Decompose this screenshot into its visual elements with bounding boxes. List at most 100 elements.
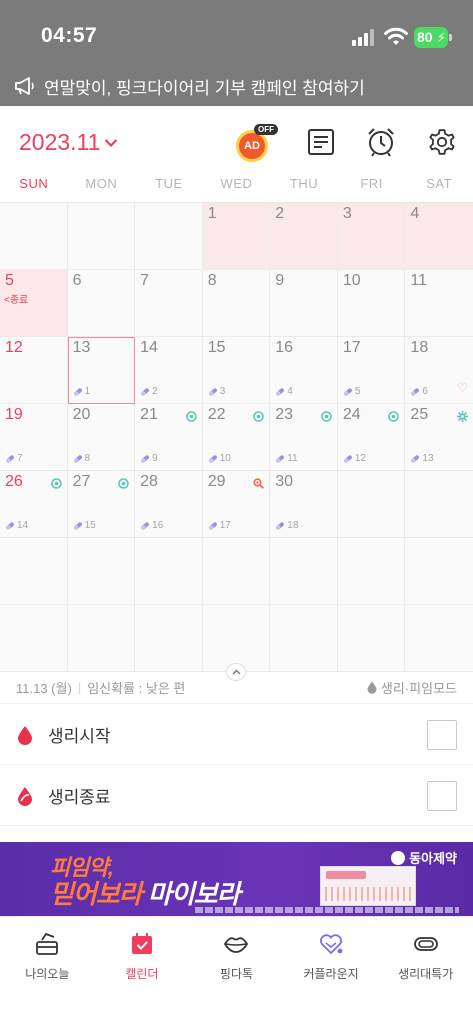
pill-day-indicator: 8 bbox=[73, 453, 90, 464]
calendar-day-cell[interactable]: 29 17 bbox=[202, 471, 271, 538]
calendar-day-cell[interactable]: 25 13 bbox=[405, 404, 473, 471]
list-icon[interactable] bbox=[306, 127, 336, 157]
day-number: 8 bbox=[207, 272, 217, 289]
calendar-empty-cell bbox=[337, 605, 406, 672]
tab-pad-deals[interactable]: 생리대특가 bbox=[378, 917, 473, 1024]
calendar-day-cell[interactable]: 12 bbox=[0, 337, 68, 404]
period-end-checkbox[interactable] bbox=[427, 781, 457, 811]
calendar-day-cell[interactable]: 1 bbox=[202, 203, 271, 270]
calendar-empty-cell bbox=[135, 203, 203, 270]
pill-day-count: 9 bbox=[152, 453, 158, 464]
pill-icon bbox=[141, 387, 150, 396]
calendar-day-cell[interactable]: 9 bbox=[270, 270, 338, 337]
calendar-day-cell[interactable]: 3 bbox=[337, 203, 406, 270]
calendar-day-cell[interactable]: 20 8 bbox=[67, 404, 136, 471]
pill-icon bbox=[73, 454, 82, 463]
calendar-day-cell[interactable]: 18 6 ♡ bbox=[405, 337, 473, 404]
panel-collapse-handle[interactable] bbox=[226, 663, 246, 681]
tab-calendar[interactable]: 캘린더 bbox=[95, 917, 190, 1024]
pill-day-indicator: 2 bbox=[140, 386, 158, 397]
tab-label: 나의오늘 bbox=[25, 967, 70, 981]
calendar-day-cell[interactable]: 22 10 bbox=[202, 404, 271, 471]
calendar-day-cell[interactable]: 2 bbox=[270, 203, 338, 270]
weekday-label: WED bbox=[220, 176, 253, 191]
calendar-empty-cell bbox=[67, 605, 136, 672]
chevron-down-icon bbox=[105, 138, 118, 147]
pill-day-count: 13 bbox=[422, 453, 434, 464]
calendar-day-cell[interactable]: 13 1 bbox=[67, 337, 136, 404]
calendar-day-cell[interactable]: 11 bbox=[405, 270, 473, 337]
period-end-row[interactable]: 생리종료 bbox=[0, 766, 473, 826]
calendar-day-cell[interactable]: 7 bbox=[135, 270, 203, 337]
day-number: 29 bbox=[207, 473, 226, 490]
tab-couple-lounge[interactable]: 커플라운지 bbox=[284, 917, 379, 1024]
pill-icon bbox=[208, 387, 217, 396]
calendar-day-cell[interactable]: 26 14 bbox=[0, 471, 68, 538]
lips-icon bbox=[224, 937, 249, 953]
charging-icon: ⚡ bbox=[436, 30, 446, 45]
calendar-empty-cell bbox=[337, 538, 406, 605]
day-number: 6 bbox=[72, 272, 82, 289]
pill-icon bbox=[411, 454, 420, 463]
ad-off-button[interactable]: AD OFF bbox=[236, 124, 278, 162]
pill-day-indicator: 5 bbox=[343, 386, 360, 397]
ovulation-day-icon bbox=[456, 411, 468, 422]
day-number: 27 bbox=[72, 473, 91, 490]
tab-talk[interactable]: 핑다톡 bbox=[189, 917, 284, 1024]
app-screen: 04:57 80 ⚡ 연말맞이, 핑크다이어리 기부 캠페인 참여하기 2023.… bbox=[0, 0, 473, 1024]
alarm-icon[interactable] bbox=[366, 127, 396, 157]
calendar-day-cell[interactable]: 28 16 bbox=[135, 471, 203, 538]
fertile-day-icon bbox=[118, 478, 129, 489]
pill-day-count: 10 bbox=[219, 453, 231, 464]
calendar-day-cell[interactable]: 17 5 bbox=[337, 337, 406, 404]
pill-day-indicator: 14 bbox=[5, 520, 28, 531]
calendar-day-cell[interactable]: 6 bbox=[67, 270, 136, 337]
calendar-day-cell[interactable]: 19 7 bbox=[0, 404, 68, 471]
pill-day-indicator: 3 bbox=[208, 386, 225, 397]
calendar-day-cell[interactable]: 4 bbox=[405, 203, 473, 270]
pad-icon bbox=[413, 937, 438, 951]
calendar-day-cell[interactable]: 15 3 bbox=[202, 337, 271, 404]
calendar-day-cell[interactable]: 16 4 bbox=[270, 337, 338, 404]
calendar-day-cell[interactable]: 5 <종료 bbox=[0, 270, 68, 337]
calendar-empty-cell bbox=[405, 538, 473, 605]
calendar-empty-cell bbox=[0, 605, 68, 672]
pill-day-indicator: 13 bbox=[410, 453, 434, 464]
pill-icon bbox=[276, 387, 285, 396]
pill-icon bbox=[208, 454, 217, 463]
settings-gear-icon[interactable] bbox=[427, 127, 457, 157]
calendar-day-cell[interactable]: 8 bbox=[202, 270, 271, 337]
calendar-day-cell[interactable]: 27 15 bbox=[67, 471, 136, 538]
calendar-day-cell[interactable]: 21 9 bbox=[135, 404, 203, 471]
day-number: 25 bbox=[410, 406, 429, 423]
couple-heart-icon bbox=[320, 934, 343, 955]
pill-icon bbox=[6, 521, 14, 530]
blood-drop-icon bbox=[18, 725, 32, 745]
day-number: 7 bbox=[140, 272, 150, 289]
ad-banner[interactable]: 피임약, 믿어보라 마이보라 동아제약 bbox=[0, 842, 473, 916]
fertile-day-icon bbox=[185, 411, 197, 422]
calendar-day-cell[interactable]: 23 11 bbox=[270, 404, 338, 471]
calendar-day-cell[interactable]: 24 12 bbox=[337, 404, 406, 471]
calendar-day-cell[interactable]: 30 18 bbox=[270, 471, 338, 538]
status-time: 04:57 bbox=[41, 24, 98, 47]
calendar-day-cell[interactable]: 14 2 bbox=[135, 337, 203, 404]
pill-day-indicator: 10 bbox=[208, 453, 231, 464]
day-number: 20 bbox=[72, 406, 91, 423]
tab-today[interactable]: 나의오늘 bbox=[0, 917, 95, 1024]
mode-button[interactable]: 생리·피임모드 bbox=[367, 678, 457, 697]
calendar-empty-cell bbox=[270, 538, 338, 605]
wifi-icon bbox=[384, 27, 408, 45]
battery-indicator: 80 ⚡ bbox=[414, 27, 452, 48]
period-start-row[interactable]: 생리시작 bbox=[0, 705, 473, 765]
pill-day-count: 17 bbox=[219, 520, 231, 531]
chevron-up-icon bbox=[232, 669, 241, 675]
period-start-checkbox[interactable] bbox=[427, 720, 457, 750]
status-bar: 04:57 80 ⚡ bbox=[0, 0, 473, 66]
announcement-banner[interactable]: 연말맞이, 핑크다이어리 기부 캠페인 참여하기 bbox=[0, 66, 473, 106]
weekday-label: THU bbox=[289, 176, 319, 191]
pill-icon bbox=[343, 387, 352, 396]
pill-day-indicator: 17 bbox=[208, 520, 231, 531]
calendar-day-cell[interactable]: 10 bbox=[337, 270, 406, 337]
month-selector[interactable]: 2023.11 bbox=[19, 129, 118, 156]
